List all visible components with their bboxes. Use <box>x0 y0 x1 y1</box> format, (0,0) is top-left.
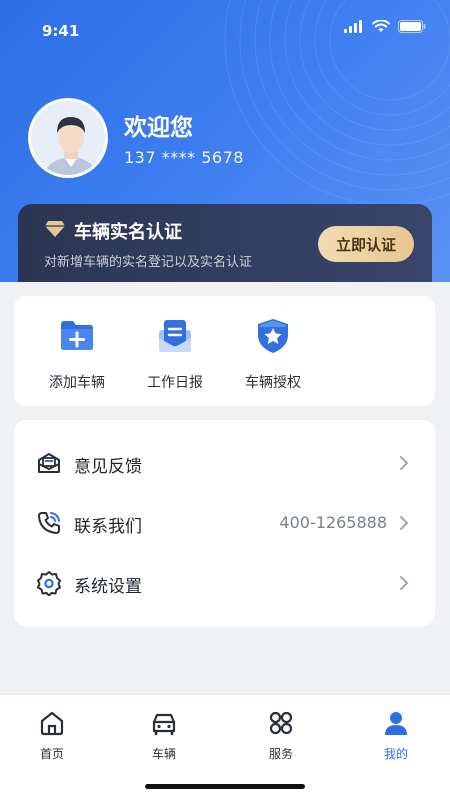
grid-icon <box>269 711 293 735</box>
home-icon <box>40 711 64 736</box>
chevron-right-icon <box>400 576 409 590</box>
quick-action-vehicle-authorization[interactable]: 车辆授权 <box>228 316 318 392</box>
tab-label: 首页 <box>39 747 64 761</box>
menu-item-label: 系统设置 <box>74 577 142 597</box>
quick-action-add-vehicle[interactable]: 添加车辆 <box>32 316 122 392</box>
report-icon <box>159 320 191 352</box>
greeting-text: 欢迎您 <box>124 115 193 141</box>
home-indicator <box>145 784 305 789</box>
contact-phone-value: 400-1265888 <box>279 513 387 532</box>
phone-icon <box>38 512 60 534</box>
wifi-icon <box>372 20 390 32</box>
tab-vehicles[interactable]: 车辆 <box>134 709 194 762</box>
tab-label: 服务 <box>268 747 293 761</box>
menu-item-feedback[interactable]: 意见反馈 <box>14 433 435 493</box>
folder-add-icon <box>61 321 93 350</box>
phone-number: 137 **** 5678 <box>124 148 244 167</box>
shield-star-icon <box>258 319 288 353</box>
tab-label: 车辆 <box>151 747 176 761</box>
quick-action-label: 添加车辆 <box>49 375 105 391</box>
settings-icon <box>37 571 61 596</box>
certify-now-button[interactable]: 立即认证 <box>318 226 414 262</box>
certification-subtitle: 对新增车辆的实名登记以及实名认证 <box>44 255 253 270</box>
quick-action-label: 工作日报 <box>147 375 203 391</box>
quick-action-label: 车辆授权 <box>245 375 301 391</box>
menu-item-label: 联系我们 <box>74 517 142 537</box>
signal-icon <box>344 20 362 33</box>
user-icon <box>385 712 407 735</box>
status-bar: 9:41 <box>0 0 450 60</box>
menu-item-label: 意见反馈 <box>74 457 142 477</box>
battery-icon <box>398 20 426 33</box>
menu-item-system-settings[interactable]: 系统设置 <box>14 553 435 613</box>
tab-home[interactable]: 首页 <box>22 709 82 762</box>
certification-title: 车辆实名认证 <box>74 222 182 243</box>
status-icons <box>344 20 426 33</box>
tab-services[interactable]: 服务 <box>251 709 311 762</box>
feedback-icon <box>38 453 60 473</box>
diamond-icon <box>45 221 65 237</box>
quick-actions-card: 添加车辆 工作日报 车辆授权 <box>14 296 435 406</box>
chevron-right-icon <box>400 516 409 530</box>
chevron-right-icon <box>400 456 409 470</box>
status-time: 9:41 <box>42 22 80 40</box>
avatar[interactable] <box>28 98 108 178</box>
tab-mine[interactable]: 我的 <box>366 709 426 762</box>
settings-menu-card: 意见反馈 联系我们 400-1265888 系统设置 <box>14 420 435 626</box>
car-icon <box>152 713 176 736</box>
menu-item-contact-us[interactable]: 联系我们 400-1265888 <box>14 493 435 553</box>
quick-action-daily-report[interactable]: 工作日报 <box>130 316 220 392</box>
tab-label: 我的 <box>383 747 408 761</box>
